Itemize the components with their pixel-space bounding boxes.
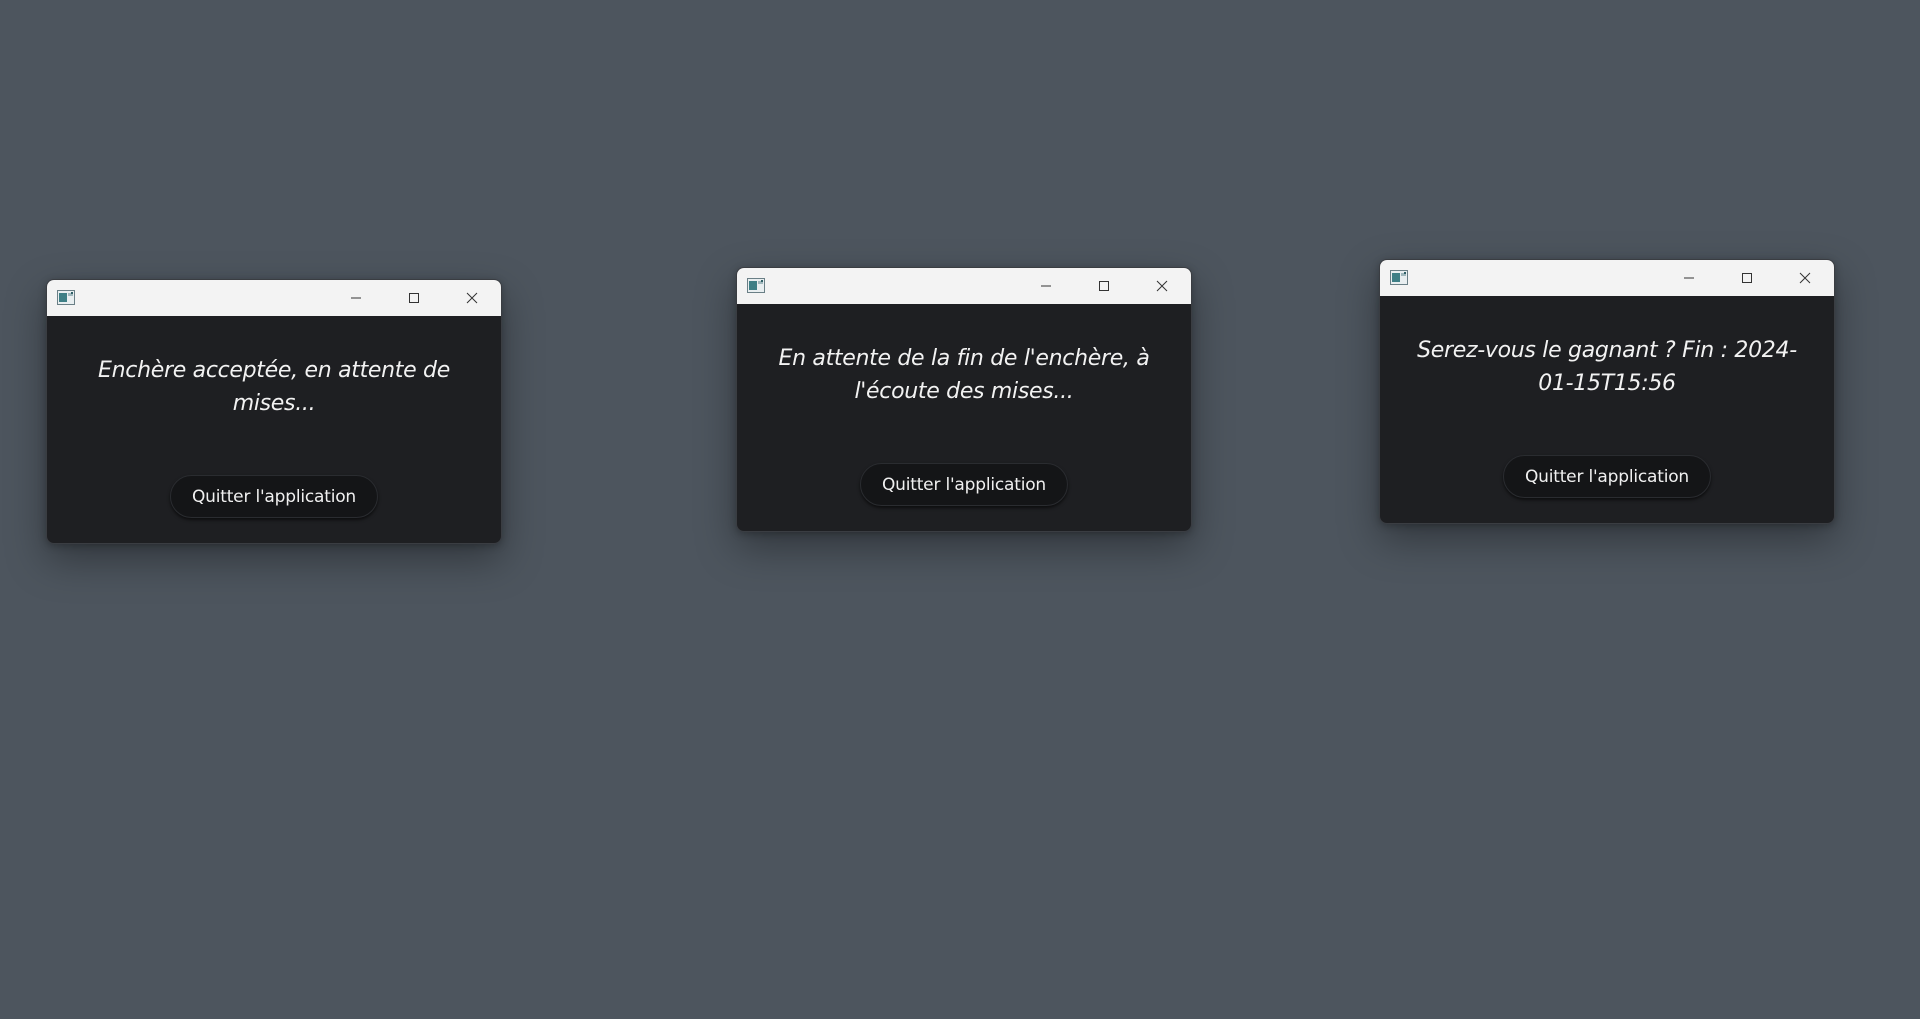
auction-window-accepted: Enchère acceptée, en attente de mises...… — [46, 279, 502, 544]
maximize-button[interactable] — [385, 280, 443, 316]
window-content: En attente de la fin de l'enchère, à l'é… — [737, 304, 1191, 531]
quit-app-button[interactable]: Quitter l'application — [169, 475, 379, 518]
close-button[interactable] — [443, 280, 501, 316]
minimize-icon — [351, 297, 361, 299]
status-message: Serez-vous le gagnant ? Fin : 2024-01-15… — [1417, 338, 1797, 396]
auction-window-waiting: En attente de la fin de l'enchère, à l'é… — [736, 267, 1192, 532]
maximize-button[interactable] — [1075, 268, 1133, 304]
status-message: Enchère acceptée, en attente de mises... — [98, 358, 450, 416]
quit-app-button[interactable]: Quitter l'application — [1502, 455, 1712, 498]
close-button[interactable] — [1133, 268, 1191, 304]
minimize-button[interactable] — [327, 280, 385, 316]
window-content: Enchère acceptée, en attente de mises...… — [47, 316, 501, 543]
minimize-icon — [1684, 277, 1694, 279]
minimize-button[interactable] — [1017, 268, 1075, 304]
close-icon — [466, 292, 478, 304]
quit-app-button[interactable]: Quitter l'application — [859, 463, 1069, 506]
app-icon — [1390, 270, 1408, 285]
title-bar[interactable] — [47, 280, 501, 316]
title-bar[interactable] — [737, 268, 1191, 304]
window-content: Serez-vous le gagnant ? Fin : 2024-01-15… — [1380, 296, 1834, 523]
auction-window-countdown: Serez-vous le gagnant ? Fin : 2024-01-15… — [1379, 259, 1835, 524]
status-message: En attente de la fin de l'enchère, à l'é… — [778, 346, 1150, 404]
close-icon — [1799, 272, 1811, 284]
app-icon — [57, 290, 75, 305]
minimize-icon — [1041, 285, 1051, 287]
maximize-button[interactable] — [1718, 260, 1776, 296]
maximize-icon — [1099, 281, 1109, 291]
minimize-button[interactable] — [1660, 260, 1718, 296]
maximize-icon — [1742, 273, 1752, 283]
app-icon — [747, 278, 765, 293]
close-icon — [1156, 280, 1168, 292]
maximize-icon — [409, 293, 419, 303]
close-button[interactable] — [1776, 260, 1834, 296]
title-bar[interactable] — [1380, 260, 1834, 296]
